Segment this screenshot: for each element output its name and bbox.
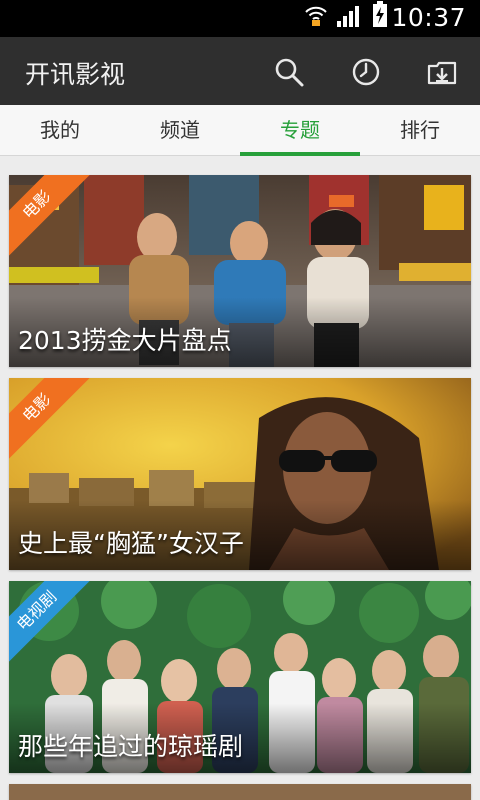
status-icons [304, 1, 388, 31]
tab-mine[interactable]: 我的 [0, 105, 120, 155]
app-bar: 开讯影视 [0, 37, 480, 105]
app-title: 开讯影视 [25, 60, 126, 89]
topic-card-partial[interactable] [9, 784, 471, 800]
topic-title: 史上最“胸猛”女汉子 [18, 529, 244, 558]
tab-channels[interactable]: 频道 [120, 105, 240, 155]
history-clock-icon [352, 58, 380, 86]
download-button[interactable] [425, 55, 459, 89]
topic-card[interactable]: 电影 2013捞金大片盘点 [9, 175, 471, 367]
topic-list: 电影 2013捞金大片盘点 电影 史上最“胸猛”女汉子 电视剧 那些年追过的琼瑶… [0, 156, 480, 800]
history-button[interactable] [349, 55, 383, 89]
search-icon [275, 58, 304, 87]
status-bar: 10:37 [0, 0, 480, 37]
wifi-icon [304, 3, 328, 31]
signal-icon [336, 3, 364, 31]
download-icon [427, 61, 457, 85]
clock: 10:37 [391, 3, 466, 32]
battery-charging-icon [372, 1, 388, 31]
tab-topics[interactable]: 专题 [240, 105, 360, 156]
topic-title: 2013捞金大片盘点 [18, 326, 232, 355]
search-button[interactable] [272, 55, 306, 89]
topic-card[interactable]: 电影 史上最“胸猛”女汉子 [9, 378, 471, 570]
topic-card[interactable]: 电视剧 那些年追过的琼瑶剧 [9, 581, 471, 773]
topic-title: 那些年追过的琼瑶剧 [18, 732, 244, 761]
tab-bar: 我的 频道 专题 排行 [0, 105, 480, 156]
tab-ranking[interactable]: 排行 [360, 105, 480, 155]
